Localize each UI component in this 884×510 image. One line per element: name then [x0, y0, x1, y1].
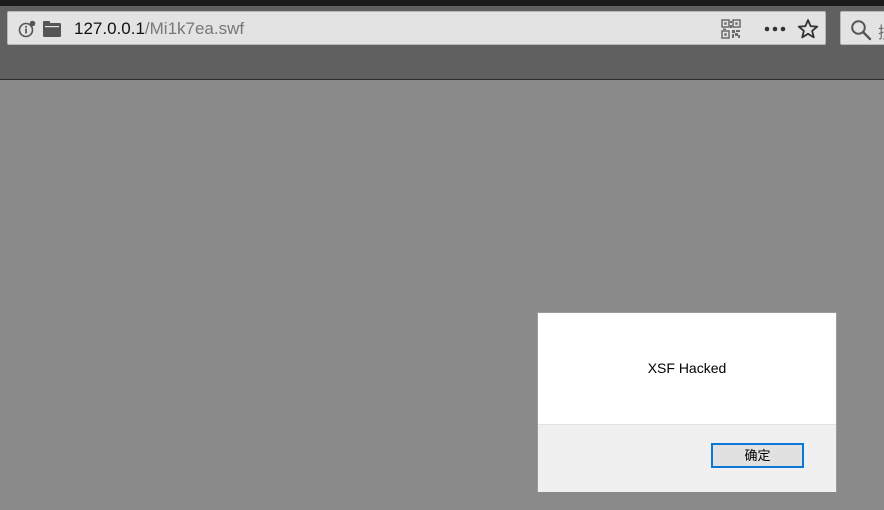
dialog-message: XSF Hacked	[647, 360, 727, 376]
address-bar[interactable]: 127.0.0.1/Mi1k7ea.swf	[7, 11, 826, 45]
browser-toolbar: 127.0.0.1/Mi1k7ea.swf	[0, 6, 884, 80]
page-icon[interactable]	[43, 21, 61, 37]
search-placeholder: 搜	[878, 19, 884, 43]
alert-dialog: XSF Hacked 确定	[537, 312, 837, 492]
search-icon[interactable]	[850, 19, 872, 41]
star-icon[interactable]	[797, 18, 819, 40]
more-icon[interactable]	[764, 20, 786, 38]
info-icon[interactable]	[18, 20, 36, 38]
qr-code-icon[interactable]	[721, 19, 741, 39]
url-host: 127.0.0.1	[74, 19, 145, 38]
dialog-footer: 确定	[538, 424, 836, 492]
search-bar[interactable]: 搜	[840, 11, 884, 45]
url-path: /Mi1k7ea.swf	[144, 19, 245, 38]
url-text[interactable]: 127.0.0.1/Mi1k7ea.swf	[74, 19, 244, 39]
ok-button[interactable]: 确定	[711, 443, 804, 468]
